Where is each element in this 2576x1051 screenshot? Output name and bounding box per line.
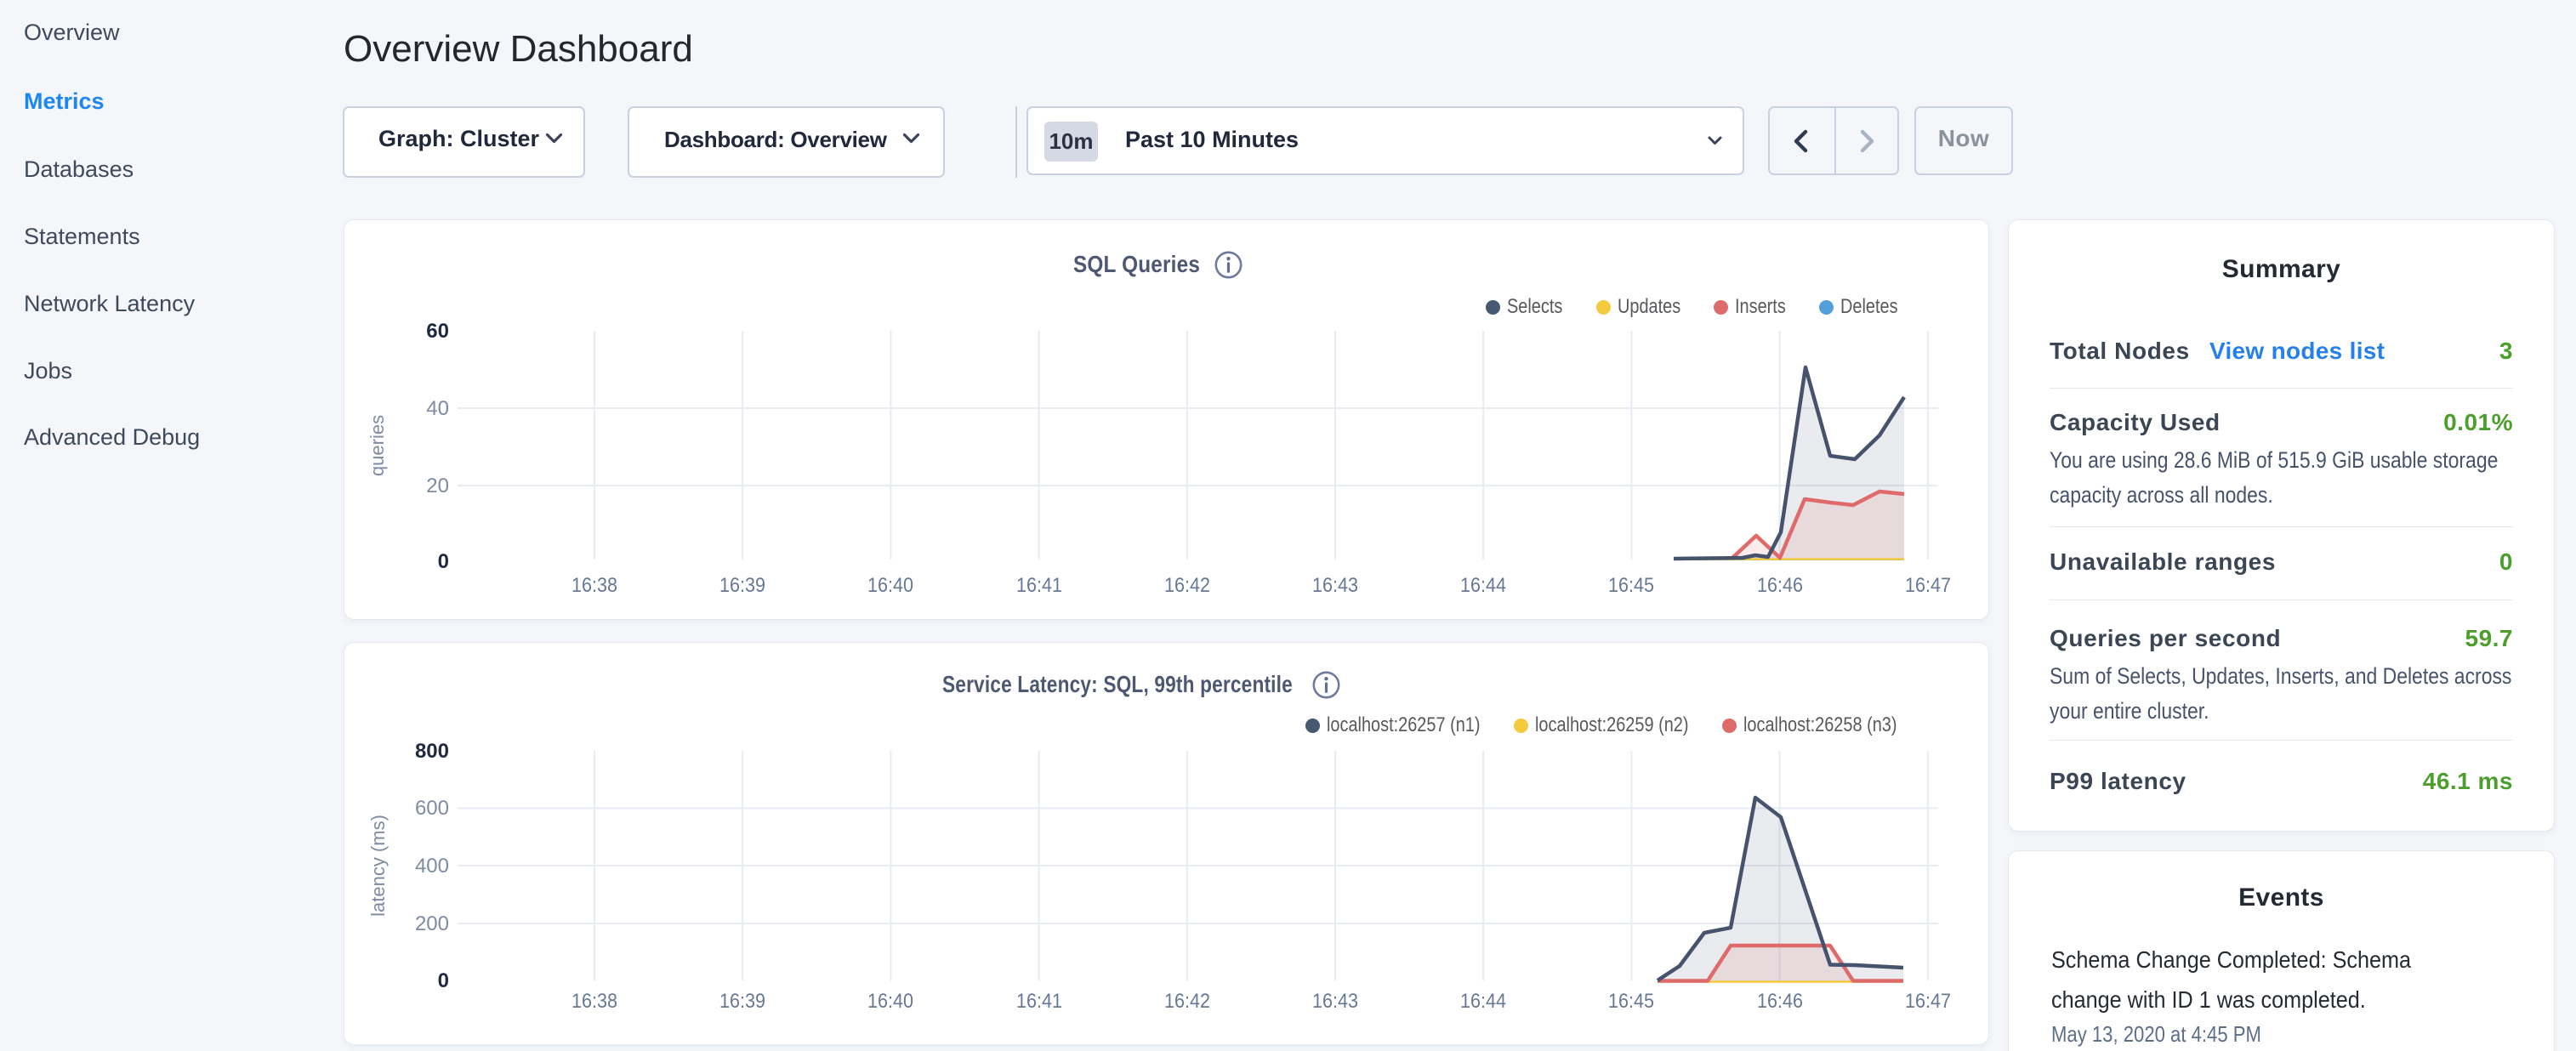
svg-text:16:40: 16:40 [867,990,913,1013]
svg-text:16:47: 16:47 [1905,574,1951,597]
svg-text:16:46: 16:46 [1757,574,1803,597]
svg-text:16:39: 16:39 [719,990,765,1013]
svg-text:60: 60 [426,320,449,343]
svg-text:16:38: 16:38 [571,574,617,597]
svg-text:16:40: 16:40 [867,574,913,597]
svg-text:16:45: 16:45 [1608,574,1654,597]
svg-text:16:39: 16:39 [719,574,765,597]
svg-text:queries: queries [367,415,388,476]
svg-text:16:43: 16:43 [1312,574,1358,597]
svg-text:200: 200 [415,912,449,935]
svg-text:0: 0 [438,969,449,992]
svg-text:20: 20 [426,474,449,497]
svg-text:16:43: 16:43 [1312,990,1358,1013]
svg-text:16:41: 16:41 [1016,574,1062,597]
svg-text:16:38: 16:38 [571,990,617,1013]
svg-text:400: 400 [415,855,449,878]
svg-text:16:44: 16:44 [1460,990,1506,1013]
svg-text:800: 800 [415,740,449,763]
svg-text:600: 600 [415,797,449,820]
svg-text:16:45: 16:45 [1608,990,1654,1013]
svg-text:16:47: 16:47 [1905,990,1951,1013]
svg-text:0: 0 [438,550,449,573]
svg-text:16:42: 16:42 [1164,574,1210,597]
svg-text:40: 40 [426,397,449,420]
svg-text:16:46: 16:46 [1757,990,1803,1013]
svg-text:16:41: 16:41 [1016,990,1062,1013]
svg-text:16:42: 16:42 [1164,990,1210,1013]
svg-text:16:44: 16:44 [1460,574,1506,597]
svg-text:latency (ms): latency (ms) [367,815,389,917]
